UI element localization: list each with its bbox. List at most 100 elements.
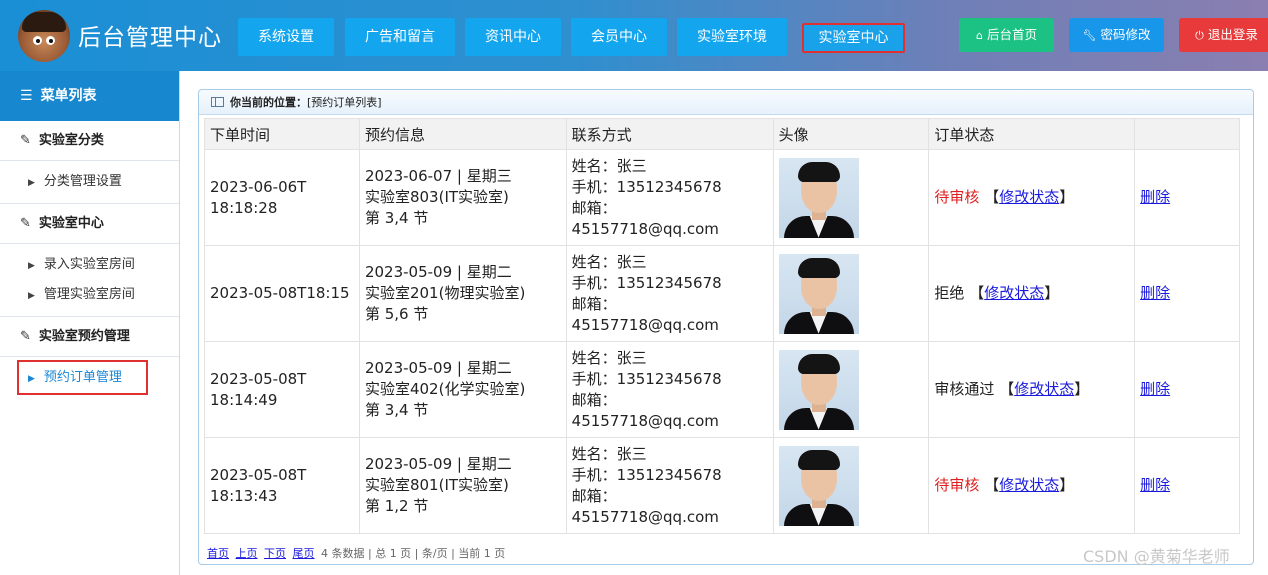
actions-cell: 删除 xyxy=(1134,341,1240,438)
status-badge: 待审核 xyxy=(934,188,980,206)
avatar xyxy=(778,445,859,526)
logout-label: 退出登录 xyxy=(1207,27,1258,42)
sidebar-group-lab-category[interactable]: ✎ 实验室分类 xyxy=(0,121,179,161)
sidebar: ☰ 菜单列表 ✎ 实验室分类 ▶ 分类管理设置 ✎ 实验室中心 ▶ 录入实验室房间 ▶ 管理… xyxy=(0,71,180,575)
booking-info: 2023-05-09 | 星期二 实验室402(化学实验室) 第 3,4 节 xyxy=(358,341,567,438)
order-time-text: 2023-05-08T18:14:49 xyxy=(210,369,307,409)
modify-status-link[interactable]: 修改状态 xyxy=(984,284,1044,302)
prev-page-link[interactable]: 上页 xyxy=(236,547,258,560)
watermark: CSDN @黄菊华老师 xyxy=(1083,547,1230,566)
avatar xyxy=(778,349,859,430)
sidebar-item-label: 录入实验室房间 xyxy=(43,257,135,272)
sidebar-item-manage-lab-room[interactable]: ▶ 管理实验室房间 xyxy=(0,280,179,310)
sidebar-group-lab-center[interactable]: ✎ 实验室中心 xyxy=(0,204,179,244)
sidebar-header: ☰ 菜单列表 xyxy=(0,71,179,121)
location-value: [预约订单列表] xyxy=(307,96,382,109)
order-time: 2023-05-08T18:15 xyxy=(204,245,360,342)
col-actions xyxy=(1134,118,1240,150)
sidebar-group-label: 实验室预约管理 xyxy=(38,329,130,344)
booking-room: 实验室201(物理实验室) xyxy=(364,284,526,302)
col-order-time: 下单时间 xyxy=(204,118,360,150)
order-time-text: 2023-06-06T18:18:28 xyxy=(210,177,307,217)
main-panel: 你当前的位置：[预约订单列表] 下单时间 预约信息 联系方式 头像 订单状态 2… xyxy=(198,89,1254,565)
table-header-row: 下单时间 预约信息 联系方式 头像 订单状态 xyxy=(204,118,1240,150)
pagination: 首页 上页 下页 尾页 4 条数据 | 总 1 页 | 条/页 | 当前 1 页 xyxy=(207,545,505,561)
booking-period: 第 1,2 节 xyxy=(364,497,429,515)
status-badge: 拒绝 xyxy=(934,284,965,302)
caret-right-icon: ▶ xyxy=(28,261,35,271)
order-status: 审核通过 【修改状态】 xyxy=(928,341,1136,438)
order-status: 待审核 【修改状态】 xyxy=(928,437,1136,534)
contact-phone: 手机：13512345678 xyxy=(571,465,722,484)
caret-right-icon: ▶ xyxy=(28,178,35,188)
change-password-label: 密码修改 xyxy=(1100,27,1151,42)
booking-info: 2023-06-07 | 星期三 实验室803(IT实验室) 第 3,4 节 xyxy=(358,149,567,246)
order-time: 2023-05-08T18:13:43 xyxy=(204,437,360,534)
app-title: 后台管理中心 xyxy=(78,25,222,51)
nav-member-center[interactable]: 会员中心 xyxy=(571,18,667,56)
col-booking-info: 预约信息 xyxy=(358,118,567,150)
booking-period: 第 3,4 节 xyxy=(364,209,429,227)
orders-table: 下单时间 预约信息 联系方式 头像 订单状态 2023-06-06T18:18:… xyxy=(204,118,1240,534)
sidebar-item-add-lab-room[interactable]: ▶ 录入实验室房间 xyxy=(0,250,179,280)
contact-info: 姓名：张三 手机：13512345678 邮箱： 45157718@qq.com xyxy=(565,341,774,438)
contact-phone: 手机：13512345678 xyxy=(571,177,722,196)
booking-date: 2023-05-09 | 星期二 xyxy=(364,455,512,473)
actions-cell: 删除 xyxy=(1134,149,1240,246)
modify-status-link[interactable]: 修改状态 xyxy=(1014,380,1074,398)
status-badge: 待审核 xyxy=(934,476,980,494)
contact-name: 姓名：张三 xyxy=(571,252,647,271)
last-page-link[interactable]: 尾页 xyxy=(293,547,315,560)
top-header: 后台管理中心 系统设置 广告和留言 资讯中心 会员中心 实验室环境 实验室中心 … xyxy=(0,0,1268,71)
nav-lab-environment[interactable]: 实验室环境 xyxy=(677,18,787,56)
change-password-button[interactable]: 🔧︎ 密码修改 xyxy=(1069,18,1164,52)
edit-icon: ✎ xyxy=(20,329,31,344)
contact-email-label: 邮箱： xyxy=(571,294,617,313)
order-time: 2023-06-06T18:18:28 xyxy=(204,149,360,246)
avatar-cell xyxy=(772,437,930,534)
table-row: 2023-05-08T18:15 2023-05-09 | 星期二 实验室201… xyxy=(204,245,1240,342)
delete-link[interactable]: 删除 xyxy=(1140,476,1170,494)
delete-link[interactable]: 删除 xyxy=(1140,380,1170,398)
contact-email: 45157718@qq.com xyxy=(571,315,719,334)
home-button[interactable]: ⌂ 后台首页 xyxy=(959,18,1054,52)
avatar-cell xyxy=(772,341,930,438)
avatar-cell xyxy=(772,245,930,342)
location-label: 你当前的位置： xyxy=(230,96,307,109)
first-page-link[interactable]: 首页 xyxy=(207,547,229,560)
table-row: 2023-06-06T18:18:28 2023-06-07 | 星期三 实验室… xyxy=(204,149,1240,246)
sidebar-group-label: 实验室中心 xyxy=(38,216,104,231)
contact-email-label: 邮箱： xyxy=(571,198,617,217)
booking-info: 2023-05-09 | 星期二 实验室801(IT实验室) 第 1,2 节 xyxy=(358,437,567,534)
nav-lab-center[interactable]: 实验室中心 xyxy=(802,23,905,53)
home-button-label: 后台首页 xyxy=(986,27,1037,42)
window-icon xyxy=(211,97,224,107)
delete-link[interactable]: 删除 xyxy=(1140,284,1170,302)
modify-status-link[interactable]: 修改状态 xyxy=(999,188,1059,206)
nav-ads-messages[interactable]: 广告和留言 xyxy=(345,18,455,56)
sidebar-item-category-settings[interactable]: ▶ 分类管理设置 xyxy=(0,167,179,197)
edit-icon: ✎ xyxy=(20,216,31,231)
active-item-highlight xyxy=(17,360,148,395)
pagination-summary: 4 条数据 | 总 1 页 | 条/页 | 当前 1 页 xyxy=(321,547,506,560)
booking-date: 2023-05-09 | 星期二 xyxy=(364,359,512,377)
col-contact: 联系方式 xyxy=(565,118,774,150)
nav-news-center[interactable]: 资讯中心 xyxy=(465,18,561,56)
sidebar-submenu: ▶ 分类管理设置 xyxy=(0,161,179,204)
sidebar-group-booking-management[interactable]: ✎ 实验室预约管理 xyxy=(0,317,179,357)
edit-icon: ✎ xyxy=(20,133,31,148)
avatar xyxy=(778,157,859,238)
order-time: 2023-05-08T18:14:49 xyxy=(204,341,360,438)
booking-room: 实验室803(IT实验室) xyxy=(364,188,509,206)
delete-link[interactable]: 删除 xyxy=(1140,188,1170,206)
contact-email: 45157718@qq.com xyxy=(571,411,719,430)
col-avatar: 头像 xyxy=(772,118,930,150)
wrench-icon: 🔧︎ xyxy=(1082,29,1097,42)
nav-system-settings[interactable]: 系统设置 xyxy=(238,18,334,56)
booking-period: 第 3,4 节 xyxy=(364,401,429,419)
sidebar-item-label: 分类管理设置 xyxy=(43,174,122,189)
modify-status-link[interactable]: 修改状态 xyxy=(999,476,1059,494)
logout-button[interactable]: ⏻ 退出登录 xyxy=(1179,18,1268,52)
booking-period: 第 5,6 节 xyxy=(364,305,429,323)
next-page-link[interactable]: 下页 xyxy=(264,547,286,560)
